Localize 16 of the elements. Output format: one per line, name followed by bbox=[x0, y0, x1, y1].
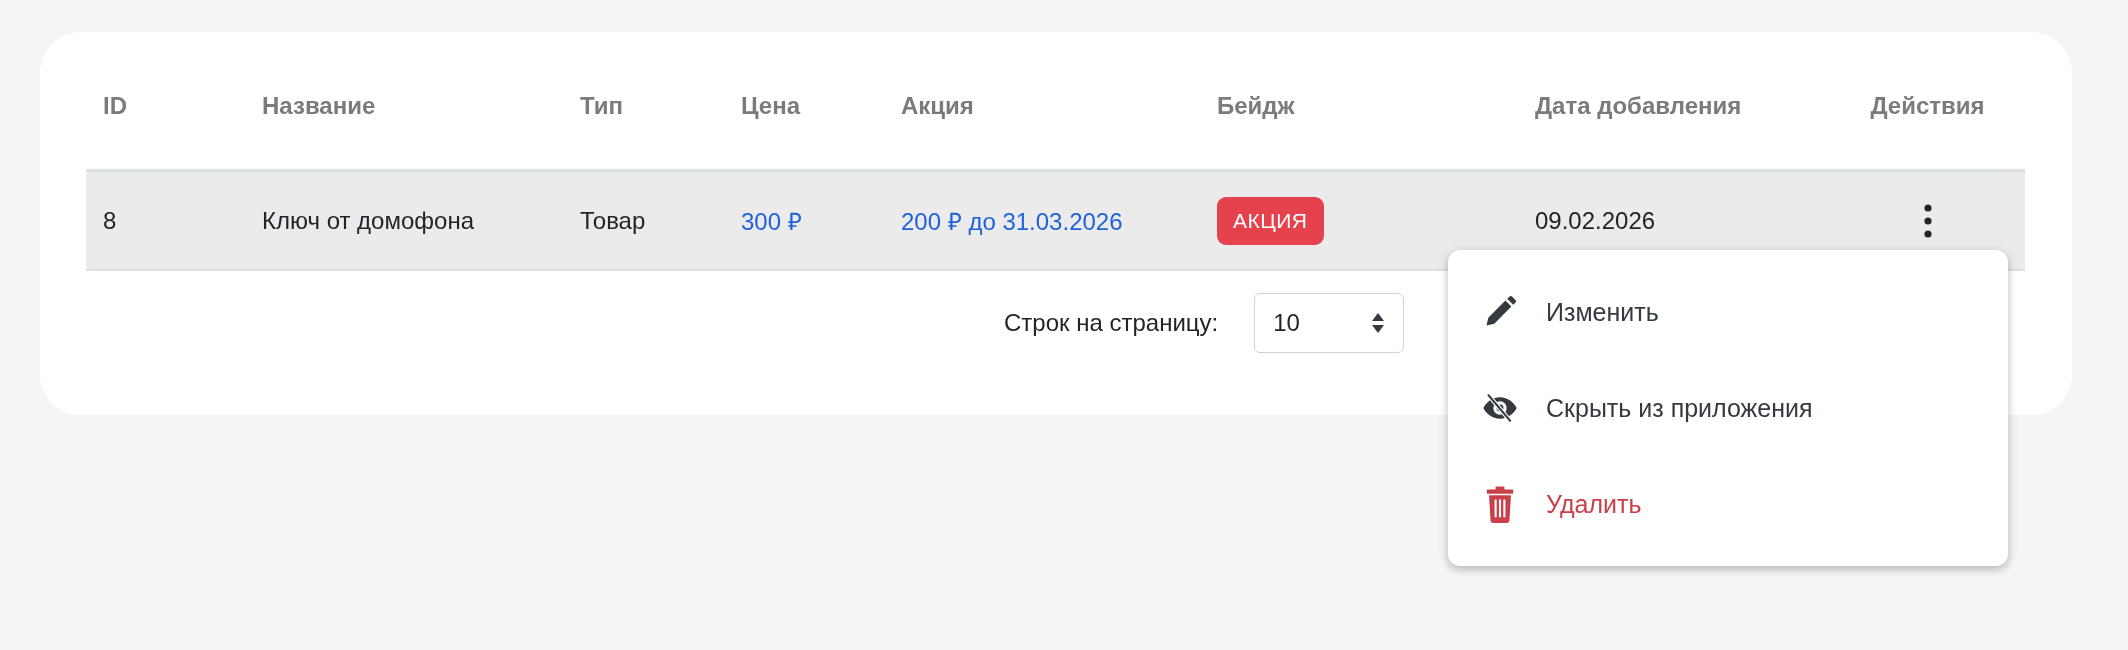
menu-item[interactable]: Изменить bbox=[1546, 297, 1659, 327]
sort-arrows-icon bbox=[1371, 312, 1386, 334]
table-cell: Ключ от домофона bbox=[262, 206, 474, 235]
more-vertical-icon[interactable] bbox=[1923, 203, 1932, 238]
table-cell: 09.02.2026 bbox=[1535, 206, 1656, 235]
price-text: 300 ₽ bbox=[741, 207, 802, 237]
trash-icon bbox=[1485, 485, 1515, 523]
promo-badge: АКЦИЯ bbox=[1217, 196, 1324, 245]
rows-per-page-select[interactable]: 10 bbox=[1254, 293, 1405, 353]
menu-item[interactable]: Скрыть из приложения bbox=[1546, 393, 1813, 423]
table-cell: 8 bbox=[103, 206, 117, 235]
menu-item[interactable]: Удалить bbox=[1546, 489, 1642, 519]
rows-per-page-label: Строк на страницу: bbox=[1004, 309, 1219, 337]
hidden-eye-icon bbox=[1481, 392, 1519, 424]
table-cell: Товар bbox=[580, 206, 646, 235]
price-text: 200 ₽ до 31.03.2026 bbox=[901, 207, 1123, 237]
